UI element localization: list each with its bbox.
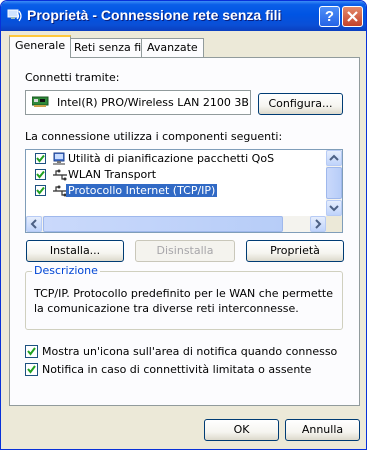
ok-button-label: OK: [233, 423, 250, 436]
checkmark-icon: [36, 170, 45, 179]
chevron-left-icon: [30, 219, 37, 229]
help-icon: ?: [324, 8, 335, 25]
list-item[interactable]: Utilità di pianificazione pacchetti QoS: [26, 151, 326, 167]
configure-button-label: Configura...: [268, 97, 333, 110]
component-label: Utilità di pianificazione pacchetti QoS: [68, 152, 275, 165]
install-button-label: Installa...: [49, 244, 101, 257]
scroll-down-button[interactable]: [326, 200, 342, 216]
description-text: TCP/IP. Protocollo predefinito per le WA…: [34, 287, 333, 315]
component-label: Protocollo Internet (TCP/IP): [66, 184, 218, 197]
general-tab-panel: Connetti tramite: Intel(R) PRO/Wireless …: [9, 57, 360, 406]
scroll-up-button[interactable]: [326, 150, 342, 166]
properties-dialog: Proprietà - Connessione rete senza fili …: [0, 0, 367, 450]
chevron-up-icon: [329, 154, 339, 161]
component-checkbox[interactable]: [35, 169, 46, 180]
checkmark-icon: [36, 154, 45, 163]
close-button[interactable]: [342, 6, 363, 27]
scroll-left-button[interactable]: [26, 216, 42, 232]
description-title: Descrizione: [32, 264, 100, 277]
list-item[interactable]: Protocollo Internet (TCP/IP): [26, 183, 326, 199]
horizontal-scroll-thumb[interactable]: [43, 216, 283, 232]
configure-button[interactable]: Configura...: [258, 93, 343, 115]
tab-general-label: Generale: [15, 39, 66, 52]
uninstall-button-label: Disinstalla: [156, 244, 214, 257]
components-list[interactable]: Utilità di pianificazione pacchetti QoS …: [25, 149, 343, 233]
components-label: La connessione utilizza i componenti seg…: [25, 130, 283, 143]
tab-advanced-label: Avanzate: [147, 41, 198, 54]
scroll-corner: [326, 216, 342, 232]
window-title: Proprietà - Connessione rete senza fili: [27, 7, 282, 23]
notify-checkbox[interactable]: [25, 363, 38, 376]
network-card-icon: [31, 96, 50, 111]
network-connection-icon: [7, 8, 23, 24]
properties-button[interactable]: Proprietà: [246, 240, 344, 262]
chevron-right-icon: [315, 219, 322, 229]
checkmark-icon: [36, 186, 45, 195]
close-icon: [347, 11, 358, 22]
adapter-field: Intel(R) PRO/Wireless LAN 2100 3B: [25, 90, 251, 115]
show-icon-label[interactable]: Mostra un'icona sull'area di notifica qu…: [42, 345, 337, 358]
cancel-button[interactable]: Annulla: [285, 419, 360, 441]
vertical-scroll-thumb[interactable]: [326, 167, 342, 199]
connect-using-label: Connetti tramite:: [25, 71, 120, 84]
component-checkbox[interactable]: [35, 185, 46, 196]
tab-advanced[interactable]: Avanzate: [141, 38, 204, 57]
properties-button-label: Proprietà: [270, 244, 320, 257]
tab-wireless-networks-label: Reti senza fili: [74, 41, 148, 54]
component-label: WLAN Transport: [68, 168, 157, 181]
install-button[interactable]: Installa...: [26, 240, 124, 262]
checkmark-icon: [27, 347, 36, 356]
checkmark-icon: [27, 365, 36, 374]
horizontal-scrollbar[interactable]: [26, 216, 326, 232]
adapter-name: Intel(R) PRO/Wireless LAN 2100 3B: [57, 96, 249, 109]
notify-label[interactable]: Notifica in caso di connettività limitat…: [42, 363, 311, 376]
list-item[interactable]: WLAN Transport: [26, 167, 326, 183]
ok-button[interactable]: OK: [204, 419, 279, 441]
show-icon-checkbox[interactable]: [25, 345, 38, 358]
tab-general[interactable]: Generale: [9, 35, 72, 58]
cancel-button-label: Annulla: [301, 423, 344, 436]
chevron-down-icon: [329, 205, 339, 212]
title-bar[interactable]: Proprietà - Connessione rete senza fili …: [1, 1, 366, 31]
uninstall-button[interactable]: Disinstalla: [135, 240, 235, 262]
description-group: Descrizione TCP/IP. Protocollo predefini…: [25, 264, 343, 330]
help-button[interactable]: ?: [319, 6, 340, 27]
component-checkbox[interactable]: [35, 153, 46, 164]
scroll-right-button[interactable]: [310, 216, 326, 232]
